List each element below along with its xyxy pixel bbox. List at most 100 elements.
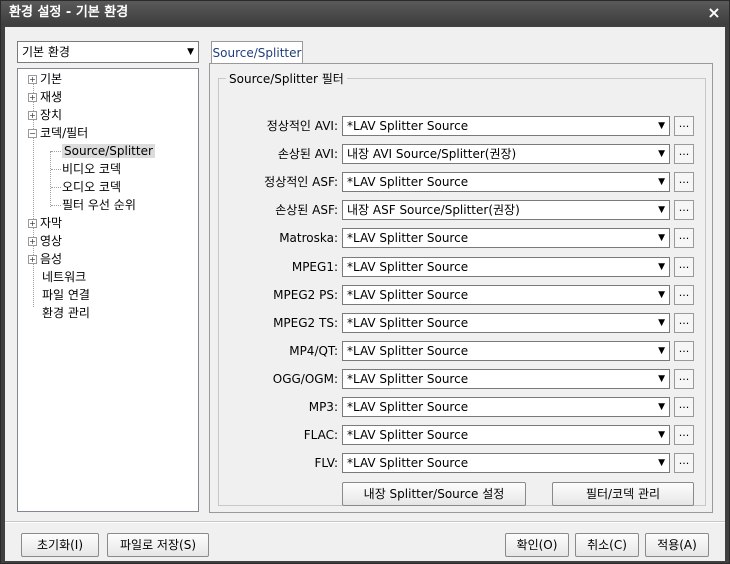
builtin-splitter-settings-button[interactable]: 내장 Splitter/Source 설정	[342, 482, 526, 506]
filter-select[interactable]: *LAV Splitter Source ▼	[342, 425, 670, 445]
window-title: 환경 설정 - 기본 환경	[9, 5, 129, 20]
apply-button[interactable]: 적용(A)	[645, 533, 709, 557]
filter-select[interactable]: *LAV Splitter Source ▼	[342, 228, 670, 248]
filter-properties-button[interactable]: ...	[674, 228, 694, 248]
chevron-down-icon: ▼	[658, 177, 665, 187]
filter-properties-button[interactable]: ...	[674, 144, 694, 164]
filter-properties-button[interactable]: ...	[674, 313, 694, 333]
chevron-down-icon: ▼	[658, 290, 665, 300]
chevron-down-icon: ▼	[658, 458, 665, 468]
tree-line	[50, 151, 51, 207]
filter-properties-button[interactable]: ...	[674, 116, 694, 136]
close-icon[interactable]: ×	[705, 4, 723, 22]
tree-item-device[interactable]: + 장치	[28, 106, 62, 124]
reset-button[interactable]: 초기화(I)	[21, 533, 99, 557]
filter-properties-button[interactable]: ...	[674, 425, 694, 445]
tree-item-basic[interactable]: + 기본	[28, 70, 62, 88]
filter-select[interactable]: 내장 AVI Source/Splitter(권장) ▼	[342, 144, 670, 164]
filter-select-value: *LAV Splitter Source	[347, 316, 469, 330]
ok-button[interactable]: 확인(O)	[505, 533, 569, 557]
chevron-down-icon: ▼	[658, 430, 665, 440]
tree-item-source-splitter[interactable]: Source/Splitter	[62, 142, 155, 160]
filter-codec-manage-button[interactable]: 필터/코덱 관리	[552, 482, 694, 506]
filter-properties-button[interactable]: ...	[674, 172, 694, 192]
filter-select-value: *LAV Splitter Source	[347, 456, 469, 470]
filter-row-label: Matroska:	[279, 231, 338, 245]
filter-row-label: 정상적인 AVI:	[266, 119, 338, 133]
tree-line	[51, 187, 61, 188]
tab-panel: Source/Splitter 필터 정상적인 AVI: *LAV Splitte…	[209, 63, 713, 513]
chevron-down-icon: ▼	[658, 346, 665, 356]
filter-select[interactable]: *LAV Splitter Source ▼	[342, 313, 670, 333]
filter-properties-button[interactable]: ...	[674, 257, 694, 277]
tree-item-audio-codec[interactable]: 오디오 코덱	[62, 178, 121, 196]
category-combo-value: 기본 환경	[22, 45, 70, 59]
filter-row-label: MPEG1:	[291, 260, 338, 274]
filter-select[interactable]: *LAV Splitter Source ▼	[342, 257, 670, 277]
filter-select-value: *LAV Splitter Source	[347, 372, 469, 386]
chevron-down-icon: ▼	[658, 402, 665, 412]
filter-properties-button[interactable]: ...	[674, 341, 694, 361]
chevron-down-icon: ▼	[658, 205, 665, 215]
category-combo[interactable]: 기본 환경 ▼	[17, 41, 199, 63]
chevron-down-icon: ▼	[658, 318, 665, 328]
filter-select[interactable]: *LAV Splitter Source ▼	[342, 285, 670, 305]
expand-plus-icon[interactable]: +	[28, 75, 37, 84]
chevron-down-icon: ▼	[187, 47, 194, 57]
filter-select[interactable]: *LAV Splitter Source ▼	[342, 397, 670, 417]
tree-item-subtitle[interactable]: + 자막	[28, 214, 62, 232]
tree-item-network[interactable]: 네트워크	[42, 268, 86, 286]
filter-properties-button[interactable]: ...	[674, 200, 694, 220]
filter-properties-button[interactable]: ...	[674, 285, 694, 305]
filter-select-value: *LAV Splitter Source	[347, 119, 469, 133]
filter-select-value: 내장 AVI Source/Splitter(권장)	[347, 147, 517, 161]
save-to-file-button[interactable]: 파일로 저장(S)	[107, 533, 209, 557]
group-title: Source/Splitter 필터	[226, 70, 347, 87]
filter-row-label: MP3:	[308, 400, 338, 414]
filter-row-label: FLAC:	[303, 428, 338, 442]
tree-line	[51, 151, 61, 152]
filter-select[interactable]: *LAV Splitter Source ▼	[342, 341, 670, 361]
expand-plus-icon[interactable]: +	[28, 111, 37, 120]
filter-select[interactable]: *LAV Splitter Source ▼	[342, 116, 670, 136]
tree-item-video[interactable]: + 영상	[28, 232, 62, 250]
tree-item-audio[interactable]: + 음성	[28, 250, 62, 268]
filter-properties-button[interactable]: ...	[674, 369, 694, 389]
tree-item-video-codec[interactable]: 비디오 코덱	[62, 160, 121, 178]
tree-line	[51, 205, 61, 206]
filter-select-value: *LAV Splitter Source	[347, 260, 469, 274]
expand-plus-icon[interactable]: +	[28, 219, 37, 228]
expand-plus-icon[interactable]: +	[28, 255, 37, 264]
preferences-window: 환경 설정 - 기본 환경 × 기본 환경 ▼ + 기본 + 재생 + 장치 −…	[0, 0, 730, 564]
filter-select-value: *LAV Splitter Source	[347, 400, 469, 414]
filter-properties-button[interactable]: ...	[674, 453, 694, 473]
filter-row-label: MPEG2 TS:	[273, 316, 338, 330]
tree-item-file-association[interactable]: 파일 연결	[42, 286, 90, 304]
filter-row-label: FLV:	[314, 456, 338, 470]
filter-select[interactable]: *LAV Splitter Source ▼	[342, 453, 670, 473]
filter-properties-button[interactable]: ...	[674, 397, 694, 417]
expand-plus-icon[interactable]: +	[28, 93, 37, 102]
filter-select[interactable]: 내장 ASF Source/Splitter(권장) ▼	[342, 200, 670, 220]
tree-item-codec-filter[interactable]: − 코덱/필터	[28, 124, 88, 142]
tree-item-playback[interactable]: + 재생	[28, 88, 62, 106]
filter-select[interactable]: *LAV Splitter Source ▼	[342, 172, 670, 192]
tree-item-config-manage[interactable]: 환경 관리	[42, 304, 90, 322]
divider	[5, 521, 725, 523]
chevron-down-icon: ▼	[658, 149, 665, 159]
filter-row-label: OGG/OGM:	[272, 372, 338, 386]
chevron-down-icon: ▼	[658, 121, 665, 131]
tab-source-splitter[interactable]: Source/Splitter	[211, 41, 303, 64]
filter-row-label: MPEG2 PS:	[273, 288, 338, 302]
title-bar: 환경 설정 - 기본 환경 ×	[1, 1, 729, 25]
expand-plus-icon[interactable]: +	[28, 237, 37, 246]
tree-line	[51, 169, 61, 170]
collapse-minus-icon[interactable]: −	[28, 129, 37, 138]
chevron-down-icon: ▼	[658, 233, 665, 243]
settings-tree: + 기본 + 재생 + 장치 − 코덱/필터 Source/Splitter 비디오 코…	[17, 68, 199, 512]
cancel-button[interactable]: 취소(C)	[575, 533, 639, 557]
tree-item-filter-priority[interactable]: 필터 우선 순위	[62, 196, 136, 214]
filter-row-label: 손상된 AVI:	[277, 147, 338, 161]
filter-select[interactable]: *LAV Splitter Source ▼	[342, 369, 670, 389]
filter-select-value: *LAV Splitter Source	[347, 428, 469, 442]
